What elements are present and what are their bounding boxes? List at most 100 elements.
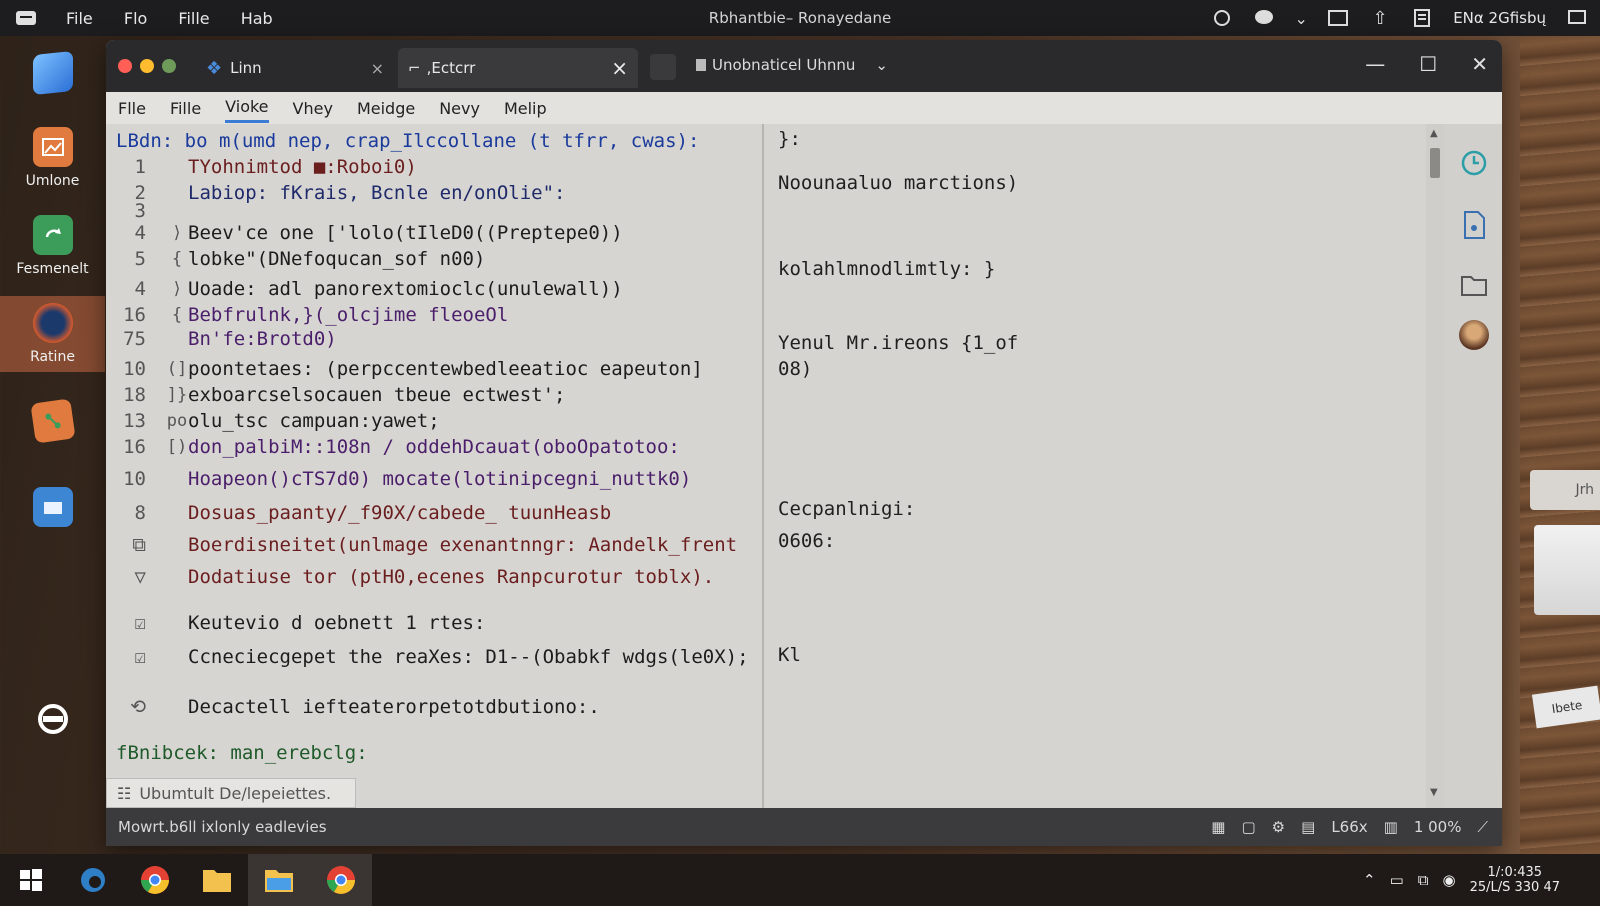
code-line[interactable]: 16 {Bebfrulnk,}(_olcjime fleoeOl <box>106 302 508 328</box>
taskbar-files[interactable] <box>248 854 310 906</box>
code-line[interactable]: fBnibcek: man_erebclg: <box>106 740 368 766</box>
refresh-icon[interactable] <box>1211 7 1233 29</box>
clock[interactable]: 1/:0:435 25/L/S 330 47 <box>1470 865 1560 895</box>
scroll-thumb[interactable] <box>1430 148 1440 178</box>
new-tab-button[interactable] <box>650 54 676 80</box>
tab-ectcrr[interactable]: ⌐ ,Ectcrr × <box>398 48 638 88</box>
fold-marker[interactable]: (] <box>166 359 188 379</box>
fold-marker[interactable]: ⟩ <box>166 223 188 243</box>
minimize-icon[interactable]: — <box>1365 52 1385 76</box>
fold-marker[interactable]: ⟩ <box>166 279 188 299</box>
square-icon[interactable]: ▢ <box>1241 818 1255 836</box>
output-panel: }: Noounaaluo marctions) kolahlmnodlimtl… <box>766 124 1426 808</box>
menu-item[interactable]: Flle <box>118 95 146 122</box>
code-line[interactable]: 16 [) don_palbiM::108n / oddehDcauat(oboOp… <box>106 434 680 460</box>
top-menu-item[interactable]: Fille <box>178 9 209 28</box>
menu-item[interactable]: Nevy <box>439 95 480 122</box>
scroll-up-icon[interactable]: ▲ <box>1430 128 1438 139</box>
code-line[interactable]: 75 Bn'fe:Brotd0) <box>106 326 337 352</box>
line-number: 1 <box>134 156 146 178</box>
network-icon[interactable]: ⧉ <box>1418 871 1429 889</box>
vertical-scrollbar[interactable]: ▲ ▼ <box>1426 124 1444 808</box>
dock-item-top[interactable] <box>0 38 105 114</box>
layout-icon[interactable]: ▥ <box>1384 818 1398 836</box>
close-icon[interactable]: × <box>371 59 384 78</box>
bottom-panel-tab[interactable]: ☷ Ubumtult De/lepeiettes. <box>106 778 356 808</box>
chevron-down-icon[interactable]: ⌄ <box>875 56 888 74</box>
menu-item[interactable]: Meidge <box>357 95 415 122</box>
document-icon[interactable] <box>1459 210 1489 240</box>
clock-time: 1/:0:435 <box>1487 865 1543 880</box>
code-line[interactable]: ▽ Dodatiuse tor (ptH0,ecenes Ranpcurotur … <box>106 564 715 590</box>
close-dot[interactable] <box>118 59 132 73</box>
close-icon[interactable]: × <box>611 56 628 80</box>
display-icon[interactable] <box>1327 7 1349 29</box>
taskbar-chrome-2[interactable] <box>310 854 372 906</box>
code-line[interactable]: 1 TYohnimtod ■:Roboi0) <box>106 154 417 180</box>
code-line[interactable]: 8 Dosuas_paanty/_f90X/cabede_ tuunHeasb <box>106 500 612 526</box>
terminal-icon[interactable]: ▤ <box>1301 818 1315 836</box>
scroll-down-icon[interactable]: ▼ <box>1430 787 1438 798</box>
grid-icon[interactable]: ▦ <box>1211 818 1225 836</box>
menu-item[interactable]: Melip <box>504 95 547 122</box>
system-logo-icon[interactable] <box>14 9 38 27</box>
code-line[interactable]: ⟲ Decactell iefteaterorpetotdbutiono:. <box>106 694 600 720</box>
chevron-up-icon[interactable]: ⌃ <box>1363 871 1376 889</box>
code-line[interactable]: 5 {lobke"(DNefoqucan_sof n00) <box>106 246 486 272</box>
sync-icon[interactable] <box>1459 148 1489 178</box>
code-line[interactable]: 4 ⟩ Uoade: adl panorextomioclc(unulewall)) <box>106 276 623 302</box>
start-button[interactable] <box>0 854 62 906</box>
taskbar-chrome[interactable] <box>124 854 186 906</box>
menu-item[interactable]: Fille <box>170 95 201 122</box>
taskbar-edge[interactable] <box>62 854 124 906</box>
dock-item-ubuntu[interactable] <box>0 684 105 760</box>
fold-marker[interactable]: [) <box>166 437 188 457</box>
fold-marker[interactable]: { <box>166 249 188 269</box>
code-line[interactable]: 4 ⟩ Beev'ce one ['lolo(tIleD0((Preptepe0)) <box>106 220 623 246</box>
tab-label: Unobnaticel Uhnnu <box>712 56 856 74</box>
zoom-dot[interactable] <box>162 59 176 73</box>
notes-icon[interactable] <box>1411 7 1433 29</box>
tab-unobnaticel[interactable]: Unobnaticel Uhnnu ⌄ <box>696 56 888 74</box>
top-menu-item[interactable]: Flo <box>124 9 147 28</box>
code-line[interactable]: 18]} exboarcselsocauen tbeue ectwest'; <box>106 382 565 408</box>
code-line[interactable]: 13 po olu_tsc campuan:yawet; <box>106 408 440 434</box>
minimize-dot[interactable] <box>140 59 154 73</box>
folder-icon[interactable] <box>1459 270 1489 300</box>
top-menu-item[interactable]: Hab <box>241 9 273 28</box>
code-line[interactable]: 10 Hoapeon()cTS7d0) mocate(lotinipcegni_n… <box>106 466 691 492</box>
code-text: fBnibcek: man_erebclg: <box>116 742 368 764</box>
volume-icon[interactable]: ◉ <box>1442 871 1455 889</box>
fold-marker[interactable]: po <box>166 411 188 431</box>
fold-marker[interactable]: ]} <box>166 385 188 405</box>
tab-linn[interactable]: ❖ Linn × <box>196 48 394 88</box>
code-line[interactable]: 10 (] poontetaes: (perpccentewbedleeatioc … <box>106 356 703 382</box>
resize-grip-icon[interactable]: ⟋ <box>1477 818 1488 836</box>
avatar[interactable] <box>1459 320 1489 350</box>
dock-item-files[interactable] <box>0 472 105 548</box>
gear-icon[interactable]: ⚙ <box>1272 818 1285 836</box>
code-text: Boerdisneitet(unlmage exenantnngr: Aande… <box>188 534 738 556</box>
chevron-down-icon[interactable]: ⌄ <box>1294 7 1307 29</box>
taskbar-explorer[interactable] <box>186 854 248 906</box>
upload-icon[interactable]: ⇧ <box>1369 7 1391 29</box>
display-icon[interactable]: ▭ <box>1390 871 1404 889</box>
close-icon[interactable]: ✕ <box>1471 52 1488 76</box>
dock-item-ratine[interactable]: Ratine <box>0 296 105 372</box>
code-text: don_palbiM::108n / oddehDcauat(oboOpatot… <box>188 436 680 458</box>
code-line[interactable]: LBdn: bo m(umd nep, crap_Ilccollane (t t… <box>106 128 699 154</box>
menu-item[interactable]: Vhey <box>293 95 333 122</box>
dock-item-umlone[interactable]: Umlone <box>0 120 105 196</box>
top-menu-item[interactable]: File <box>66 9 93 28</box>
code-line[interactable]: ☑ Ccneciecgepet the reaXes: D1--(Obabkf w… <box>106 644 749 670</box>
chat-icon[interactable] <box>1253 7 1275 29</box>
fold-marker[interactable]: { <box>166 305 188 325</box>
code-editor[interactable]: LBdn: bo m(umd nep, crap_Ilccollane (t t… <box>106 124 764 808</box>
dock-item-git[interactable] <box>0 386 105 462</box>
maximize-icon[interactable]: ☐ <box>1419 52 1437 76</box>
code-line[interactable]: ☑ Keutevio d oebnett 1 rtes: <box>106 610 486 636</box>
dock-item-fesmenelt[interactable]: Fesmenelt <box>0 208 105 284</box>
menu-item-active[interactable]: Vioke <box>225 93 269 123</box>
code-line[interactable]: ⧉ Boerdisneitet(unlmage exenantnngr: Aand… <box>106 532 737 558</box>
notification-icon[interactable] <box>1566 7 1588 29</box>
